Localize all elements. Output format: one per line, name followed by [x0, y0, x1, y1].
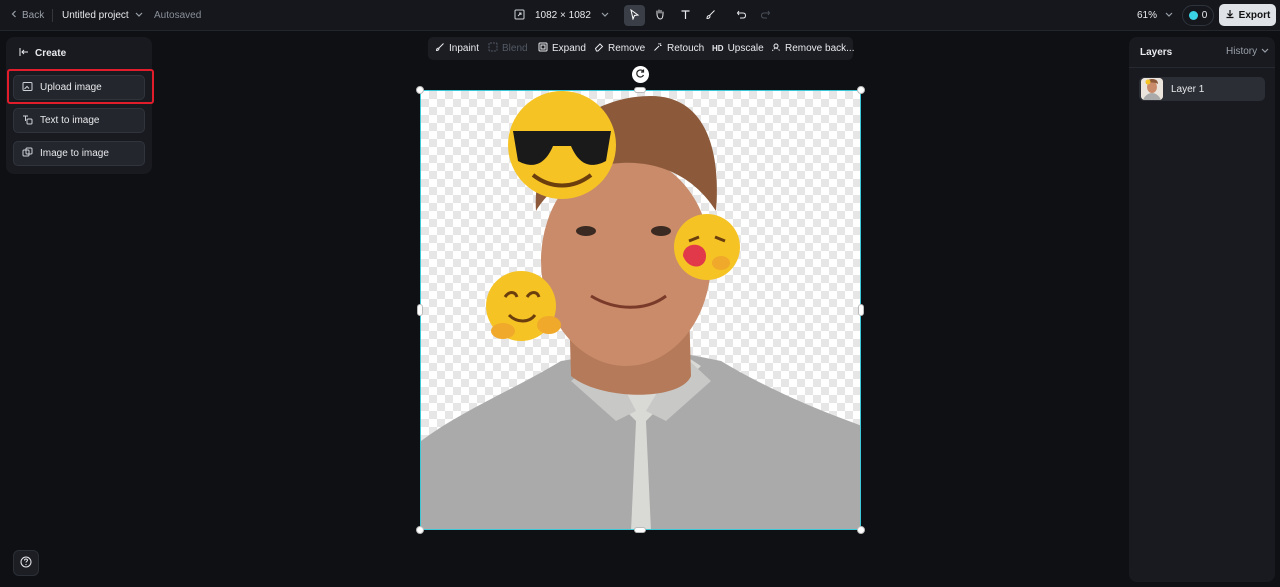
chevron-down-icon — [601, 10, 609, 21]
image-to-image-icon — [22, 147, 33, 161]
top-bar: Back Untitled project Autosaved 1082 × 1… — [0, 0, 1280, 31]
help-button[interactable] — [13, 550, 39, 576]
create-header[interactable]: Create — [19, 47, 66, 60]
text-to-image-icon — [22, 114, 33, 128]
resize-handle-top-left[interactable] — [416, 86, 424, 94]
chevron-left-icon — [10, 10, 18, 21]
download-icon — [1225, 9, 1235, 22]
divider — [1129, 67, 1275, 68]
help-icon — [20, 556, 32, 571]
divider — [52, 9, 53, 22]
remove-label: Remove — [608, 43, 646, 54]
canvas-size-label: 1082 × 1082 — [535, 10, 591, 21]
back-label: Back — [22, 10, 45, 21]
collapse-icon — [19, 47, 29, 60]
eraser-icon — [594, 42, 604, 55]
image-to-image-label: Image to image — [40, 148, 109, 159]
resize-handle-right[interactable] — [858, 304, 864, 316]
resize-handle-left[interactable] — [417, 304, 423, 316]
blend-button[interactable]: Blend — [488, 37, 528, 60]
highlight-box — [7, 69, 154, 104]
create-title: Create — [35, 48, 67, 59]
upscale-button[interactable]: HD Upscale — [712, 37, 764, 60]
resize-handle-top-right[interactable] — [857, 86, 865, 94]
rotate-handle[interactable] — [632, 66, 649, 83]
expand-label: Expand — [552, 43, 586, 54]
retouch-label: Retouch — [667, 43, 705, 54]
resize-handle-bottom-right[interactable] — [857, 526, 865, 534]
blend-icon — [488, 42, 498, 55]
retouch-button[interactable]: Retouch — [653, 37, 704, 60]
inpaint-label: Inpaint — [449, 43, 480, 54]
zoom-level: 61% — [1137, 10, 1158, 21]
remove-button[interactable]: Remove — [594, 37, 645, 60]
text-to-image-button[interactable]: Text to image — [13, 108, 145, 133]
expand-icon — [538, 42, 548, 55]
blend-label: Blend — [502, 43, 528, 54]
person-photo — [421, 91, 860, 529]
brush-icon — [705, 9, 716, 23]
autosave-status: Autosaved — [154, 10, 202, 21]
resize-icon — [514, 9, 525, 23]
text-tool[interactable] — [675, 5, 696, 26]
layers-panel: Layers History Layer 1 — [1129, 37, 1275, 582]
export-button[interactable]: Export — [1219, 4, 1276, 26]
canvas-image[interactable] — [420, 90, 861, 530]
cursor-icon — [629, 8, 640, 23]
create-panel: Create Upload image Text to image Image … — [6, 37, 152, 174]
rotate-icon — [635, 68, 646, 82]
inpaint-icon — [435, 42, 445, 55]
smiling-face-with-heart-emoji — [674, 214, 740, 280]
credits-badge[interactable]: 0 — [1182, 5, 1214, 26]
hand-tool[interactable] — [649, 5, 670, 26]
edit-toolbar: Inpaint Blend Expand Remove Retouch HD U… — [428, 37, 854, 60]
chevron-down-icon — [1165, 10, 1173, 21]
remove-background-button[interactable]: Remove back... — [771, 37, 854, 60]
hd-icon: HD — [712, 44, 724, 53]
export-label: Export — [1238, 9, 1271, 21]
history-tab[interactable]: History — [1226, 46, 1269, 57]
project-name-dropdown[interactable]: Untitled project — [62, 0, 143, 31]
retouch-icon — [653, 42, 663, 55]
back-button[interactable]: Back — [10, 0, 44, 31]
project-name: Untitled project — [62, 10, 129, 21]
layer-label: Layer 1 — [1171, 83, 1205, 95]
history-label: History — [1226, 46, 1258, 57]
expand-button[interactable]: Expand — [538, 37, 586, 60]
text-icon — [680, 9, 691, 23]
upscale-label: Upscale — [727, 43, 764, 54]
resize-handle-bottom[interactable] — [634, 527, 646, 533]
zoom-dropdown[interactable]: 61% — [1137, 0, 1173, 31]
chevron-down-icon — [135, 10, 143, 21]
text-to-image-label: Text to image — [40, 115, 100, 126]
remove-background-label: Remove back... — [785, 43, 855, 54]
remove-background-icon — [771, 42, 781, 55]
redo-button[interactable] — [755, 5, 776, 26]
credits-count: 0 — [1201, 10, 1208, 21]
image-to-image-button[interactable]: Image to image — [13, 141, 145, 166]
hand-icon — [654, 8, 666, 23]
chevron-down-icon — [1261, 46, 1269, 57]
resize-handle-top[interactable] — [634, 87, 646, 93]
select-tool[interactable] — [624, 5, 645, 26]
layers-tab[interactable]: Layers — [1140, 47, 1172, 58]
inpaint-button[interactable]: Inpaint — [435, 37, 479, 60]
layer-item[interactable]: Layer 1 — [1139, 77, 1265, 101]
undo-icon — [736, 9, 747, 23]
redo-icon — [760, 9, 771, 23]
credit-icon — [1188, 11, 1198, 20]
resize-handle-bottom-left[interactable] — [416, 526, 424, 534]
sunglasses-emoji — [508, 91, 616, 199]
brush-tool[interactable] — [700, 5, 721, 26]
undo-button[interactable] — [731, 5, 752, 26]
layer-thumbnail — [1141, 78, 1163, 100]
canvas-size-dropdown[interactable]: 1082 × 1082 — [514, 0, 609, 31]
